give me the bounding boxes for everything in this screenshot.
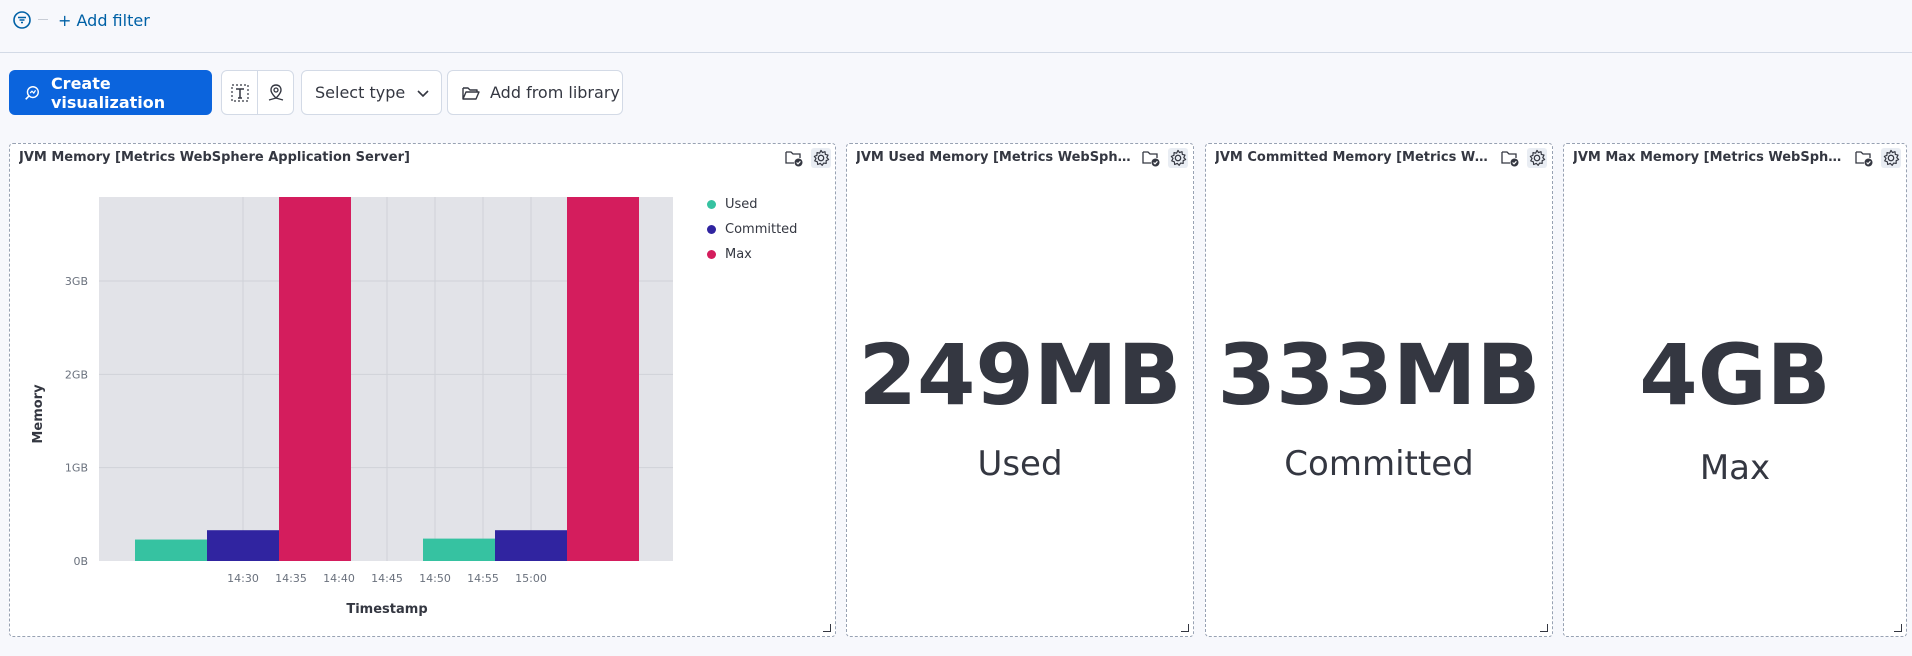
legend-item-max[interactable]: Max — [707, 247, 752, 262]
create-visualization-button[interactable]: Create visualization — [9, 70, 212, 115]
y-axis-title: Memory — [31, 384, 46, 444]
y-tick-label: 1GB — [65, 462, 88, 475]
jvm-used-memory-panel: JVM Used Memory [Metrics WebSphere Appli… — [846, 143, 1194, 637]
library-folder-button[interactable] — [1500, 148, 1520, 168]
bar-committed — [207, 530, 279, 561]
panel-title: JVM Committed Memory [Metrics WebSphere … — [1215, 150, 1493, 165]
chevron-down-icon — [417, 89, 429, 97]
x-tick-label: 14:35 — [275, 572, 307, 585]
text-icon — [230, 83, 249, 102]
add-filter-button[interactable]: + Add filter — [58, 11, 150, 30]
legend-label: Used — [725, 197, 758, 212]
legend-label: Max — [725, 247, 752, 262]
add-from-library-button[interactable]: Add from library — [447, 70, 623, 115]
metric-value: 249MB — [858, 326, 1182, 424]
filter-separator — [38, 19, 48, 20]
filter-icon[interactable] — [12, 10, 32, 30]
legend-item-used[interactable]: Used — [707, 197, 758, 212]
gear-icon — [813, 149, 830, 166]
resize-handle[interactable] — [823, 624, 831, 632]
x-tick-label: 14:55 — [467, 572, 499, 585]
metric-label: Max — [1699, 448, 1771, 488]
quick-add-group — [221, 70, 294, 115]
gear-icon — [1529, 149, 1546, 166]
gear-icon — [1170, 149, 1187, 166]
gear-icon — [1883, 149, 1900, 166]
library-folder-button[interactable] — [1854, 148, 1874, 168]
resize-handle[interactable] — [1894, 624, 1902, 632]
folder-check-icon — [1142, 151, 1160, 167]
select-type-button[interactable]: Select type — [301, 70, 442, 115]
add-from-library-label: Add from library — [490, 83, 620, 102]
x-tick-label: 14:45 — [371, 572, 403, 585]
bar-max — [567, 197, 639, 561]
jvm-committed-memory-panel: JVM Committed Memory [Metrics WebSphere … — [1205, 143, 1553, 637]
legend-label: Committed — [725, 222, 798, 237]
x-tick-label: 14:40 — [323, 572, 355, 585]
visualize-icon — [25, 85, 39, 100]
metric-label: Used — [977, 444, 1063, 484]
select-type-label: Select type — [315, 83, 406, 102]
x-tick-label: 14:30 — [227, 572, 259, 585]
legend-swatch — [707, 200, 716, 209]
library-folder-button[interactable] — [1141, 148, 1161, 168]
resize-handle[interactable] — [1181, 624, 1189, 632]
add-text-button[interactable] — [222, 71, 257, 114]
bar-max — [279, 197, 351, 561]
bar-committed — [495, 530, 567, 561]
jvm-max-memory-panel: JVM Max Memory [Metrics WebSphere Applic… — [1563, 143, 1907, 637]
y-tick-label: 2GB — [65, 368, 88, 381]
y-tick-label: 0B — [73, 555, 88, 568]
dashboard-toolbar: Create visualization Select type Add fro… — [0, 70, 1912, 116]
filter-bar: + Add filter — [0, 0, 1912, 53]
legend-swatch — [707, 250, 716, 259]
bar-used — [423, 538, 495, 561]
x-axis-title: Timestamp — [346, 602, 427, 617]
metric-label: Committed — [1284, 444, 1474, 484]
metric-value: 4GB — [1639, 326, 1831, 424]
folder-check-icon — [1855, 151, 1873, 167]
panel-options-button[interactable] — [1168, 148, 1188, 168]
panel-title: JVM Memory [Metrics WebSphere Applicatio… — [19, 150, 410, 165]
legend-swatch — [707, 225, 716, 234]
library-folder-button[interactable] — [784, 148, 804, 168]
x-tick-label: 15:00 — [515, 572, 547, 585]
folder-check-icon — [785, 151, 803, 167]
folder-open-icon — [462, 86, 480, 100]
panel-options-button[interactable] — [1881, 148, 1901, 168]
panel-options-button[interactable] — [811, 148, 831, 168]
jvm-memory-panel: JVM Memory [Metrics WebSphere Applicatio… — [9, 143, 836, 637]
resize-handle[interactable] — [1540, 624, 1548, 632]
legend-item-committed[interactable]: Committed — [707, 222, 797, 237]
panel-title: JVM Max Memory [Metrics WebSphere Applic… — [1573, 150, 1847, 165]
create-visualization-label: Create visualization — [50, 73, 166, 112]
panel-title: JVM Used Memory [Metrics WebSphere Appli… — [856, 150, 1134, 165]
y-tick-label: 3GB — [65, 275, 88, 288]
metric-value: 333MB — [1217, 326, 1541, 424]
add-map-button[interactable] — [257, 71, 293, 114]
folder-check-icon — [1501, 151, 1519, 167]
bar-used — [135, 539, 207, 561]
panel-options-button[interactable] — [1527, 148, 1547, 168]
map-marker-icon — [268, 83, 283, 101]
x-tick-label: 14:50 — [419, 572, 451, 585]
